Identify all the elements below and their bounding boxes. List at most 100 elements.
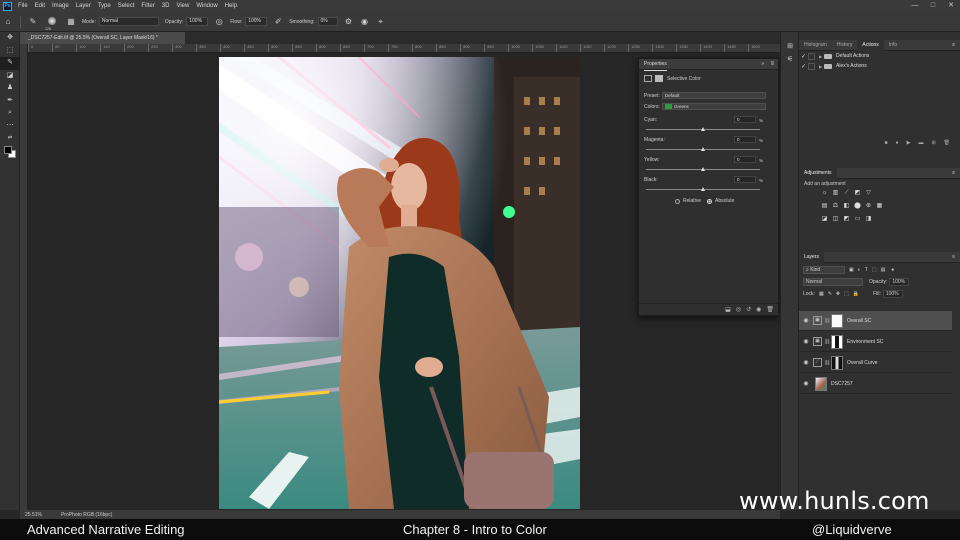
menu-help[interactable]: Help [225, 3, 237, 9]
lock-paint-icon[interactable]: ✎ [828, 291, 832, 297]
blend-mode-select[interactable]: Normal [803, 278, 863, 286]
brightness-icon[interactable]: ☼ [819, 189, 830, 197]
zoom-level[interactable]: 25.51% [25, 512, 42, 518]
check-icon[interactable]: ✓ [799, 63, 808, 70]
vibrance-icon[interactable]: ▽ [863, 189, 874, 197]
layer-name[interactable]: Overall Curve [847, 360, 878, 366]
invert-icon[interactable]: ◪ [819, 215, 830, 223]
menu-layer[interactable]: Layer [76, 3, 91, 9]
channel-mixer-icon[interactable]: ⊛ [863, 202, 874, 210]
absolute-option[interactable]: Absolute [707, 198, 734, 204]
stop-icon[interactable]: ■ [885, 140, 888, 146]
panel-collapse-icon[interactable]: » [761, 59, 764, 70]
maximize-button[interactable]: □ [924, 0, 942, 12]
yellow-slider-thumb[interactable] [700, 167, 705, 171]
adjust-panel-icon[interactable]: ⚟ [781, 53, 799, 66]
filter-kind-select[interactable]: ⌕ Kind [803, 266, 845, 274]
zoom-tool-icon[interactable]: ⌕ [0, 107, 20, 120]
relative-radio[interactable] [675, 198, 680, 204]
menu-image[interactable]: Image [52, 3, 69, 9]
symmetry-icon[interactable]: ⌖ [376, 17, 386, 27]
layer-row-dsc7257[interactable]: ◉ DSC7257 [799, 374, 952, 394]
layer-row-overall-curve[interactable]: ◉ ⟋ ⛓ Overall Curve [799, 353, 952, 373]
color-lookup-icon[interactable]: ▦ [874, 202, 885, 210]
layer-row-environment-sc[interactable]: ◉ ▣ ⛓ Environment SC [799, 332, 952, 352]
layer-name[interactable]: Environment SC [847, 339, 883, 345]
tab-actions[interactable]: Actions [857, 39, 884, 51]
link-icon[interactable]: ⛓ [824, 318, 830, 324]
play-icon[interactable]: ▶ [907, 140, 911, 146]
eraser-tool-icon[interactable]: ◪ [0, 70, 20, 83]
smoothing-field[interactable]: 0% [317, 17, 338, 26]
magenta-value[interactable]: 0 [734, 136, 756, 143]
layer-row-overall-sc[interactable]: ◉ ▣ ⛓ Overall SC [799, 311, 952, 331]
lock-artboard-icon[interactable]: ⬚ [844, 291, 849, 297]
link-icon[interactable]: ⛓ [824, 339, 830, 345]
visibility-icon[interactable]: ◉ [756, 306, 761, 313]
eye-icon[interactable]: ◉ [799, 380, 813, 387]
panel-menu-icon[interactable]: ≡ [947, 168, 960, 179]
preset-select[interactable]: Default [662, 92, 766, 99]
flow-field[interactable]: 100% [245, 17, 268, 26]
black-slider-thumb[interactable] [700, 187, 705, 191]
panel-menu-icon[interactable]: ≡ [947, 40, 960, 51]
new-action-icon[interactable]: ⊞ [931, 140, 935, 146]
more-tools-icon[interactable]: ⋯ [0, 120, 20, 133]
bw-icon[interactable]: ◧ [841, 202, 852, 210]
curves-icon[interactable]: ⟋ [841, 189, 852, 197]
menu-filter[interactable]: Filter [141, 3, 154, 9]
black-value[interactable]: 0 [734, 176, 756, 183]
layer-name[interactable]: DSC7257 [831, 381, 853, 387]
colors-select[interactable]: Greens [662, 103, 766, 110]
menu-view[interactable]: View [176, 3, 189, 9]
photo-filter-icon[interactable]: ⬤ [852, 202, 863, 210]
eye-icon[interactable]: ◉ [799, 317, 813, 324]
record-icon[interactable]: ● [896, 140, 899, 146]
reset-icon[interactable]: ↺ [746, 306, 751, 313]
filter-smart-icon[interactable]: ▤ [881, 267, 886, 273]
marquee-tool-icon[interactable]: ⬚ [0, 45, 20, 58]
lock-all-icon[interactable]: 🔒 [853, 291, 859, 297]
pressure-size-icon[interactable]: ◉ [360, 17, 370, 27]
filter-shape-icon[interactable]: ⬚ [872, 267, 877, 273]
cyan-value[interactable]: 0 [734, 116, 756, 123]
layer-name[interactable]: Overall SC [847, 318, 871, 324]
dialog-toggle[interactable] [808, 52, 815, 60]
list-item[interactable]: ✓ ▶ Alex's Actions [799, 61, 960, 71]
gradient-map-icon[interactable]: ▭ [852, 215, 863, 223]
filter-toggle-icon[interactable]: ● [891, 267, 894, 273]
filter-type-icon[interactable]: T [865, 267, 868, 273]
trash-icon[interactable]: 🗑 [766, 306, 774, 313]
layer-mask-thumb[interactable] [831, 355, 843, 370]
brush-preset-picker[interactable]: 125 [44, 16, 60, 31]
tab-info[interactable]: Info [884, 40, 902, 51]
lock-move-icon[interactable]: ✥ [836, 291, 840, 297]
menu-type[interactable]: Type [98, 3, 111, 9]
color-balance-icon[interactable]: ⚖ [830, 202, 841, 210]
tab-history[interactable]: History [832, 40, 858, 51]
eye-icon[interactable]: ◉ [799, 359, 813, 366]
link-icon[interactable]: ⛓ [824, 360, 830, 366]
posterize-icon[interactable]: ◫ [830, 215, 841, 223]
menu-file[interactable]: File [18, 3, 28, 9]
view-previous-icon[interactable]: ◎ [736, 306, 741, 313]
swap-colors-icon[interactable]: ⇄ [0, 132, 20, 145]
brush-settings-icon[interactable]: ▦ [66, 17, 76, 27]
layer-mask-thumb[interactable] [831, 334, 843, 349]
levels-icon[interactable]: ▥ [830, 189, 841, 197]
magenta-slider-thumb[interactable] [700, 147, 705, 151]
color-swatches[interactable] [0, 145, 20, 161]
tab-adjustments[interactable]: Adjustments [799, 167, 837, 179]
panel-menu-icon[interactable]: ≡ [770, 59, 774, 70]
tab-layers[interactable]: Layers [799, 251, 825, 263]
cyan-slider-thumb[interactable] [700, 127, 705, 131]
minimize-button[interactable]: — [906, 0, 924, 12]
menu-3d[interactable]: 3D [162, 3, 170, 9]
panel-menu-icon[interactable]: ≡ [947, 252, 960, 263]
fill-field[interactable]: 100% [882, 290, 903, 298]
close-window-button[interactable]: ✕ [942, 0, 960, 12]
brush-tool-icon[interactable]: ✎ [28, 17, 38, 27]
exposure-icon[interactable]: ◩ [852, 189, 863, 197]
mode-select[interactable]: Normal [98, 17, 159, 26]
pressure-opacity-icon[interactable]: ◎ [214, 17, 224, 27]
